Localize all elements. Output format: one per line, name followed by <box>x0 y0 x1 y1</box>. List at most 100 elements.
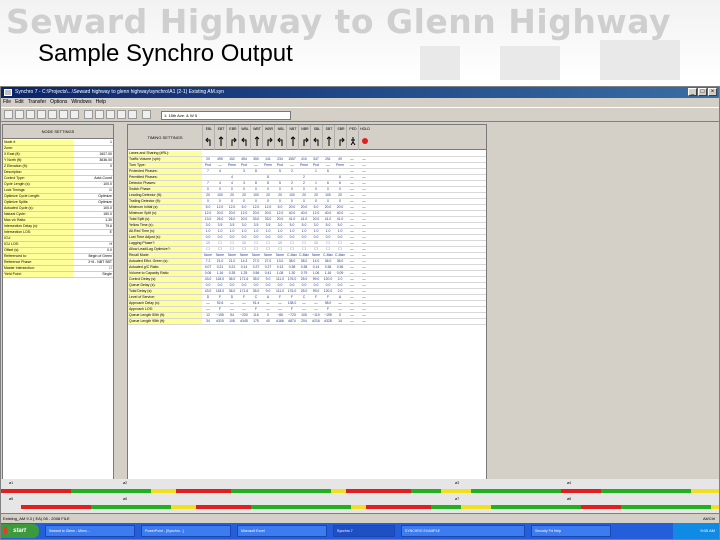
timing-cell[interactable]: — <box>346 253 358 258</box>
timing-cell[interactable]: 8 <box>250 181 262 186</box>
timing-cell[interactable]: 234 <box>274 157 286 162</box>
timing-cell[interactable] <box>214 175 226 180</box>
timing-cell[interactable]: 1.0 <box>202 229 214 234</box>
timing-cell[interactable]: 20 <box>274 193 286 198</box>
node-setting-value[interactable]: H <box>73 242 113 247</box>
timing-cell[interactable]: 0.56 <box>250 271 262 276</box>
timing-cell[interactable]: 33.0 <box>250 217 262 222</box>
timing-cell[interactable]: 20 <box>262 193 274 198</box>
timing-cell[interactable]: 3.0 <box>310 223 322 228</box>
timing-cell[interactable]: F <box>286 307 298 312</box>
timing-cell[interactable]: ☐ <box>226 241 238 246</box>
timing-cell[interactable]: — <box>202 301 214 306</box>
timing-cell[interactable]: — <box>346 277 358 282</box>
timing-cell[interactable]: 13.0 <box>274 259 286 264</box>
movement-column-sbl[interactable]: SBL <box>310 125 322 150</box>
timing-cell[interactable]: 12.0 <box>310 211 322 216</box>
menu-item-file[interactable]: File <box>1 98 13 107</box>
timing-cell[interactable]: 0 <box>310 187 322 192</box>
timing-cell[interactable]: 38.0 <box>298 259 310 264</box>
timing-cell[interactable]: Prot <box>274 163 286 168</box>
timing-cell[interactable] <box>274 175 286 180</box>
timing-cell[interactable]: 41.0 <box>298 217 310 222</box>
timing-cell[interactable]: 8 <box>262 181 274 186</box>
timing-cell[interactable]: 350 <box>250 157 262 162</box>
timing-cell[interactable]: 0.0 <box>214 283 226 288</box>
node-setting-value[interactable]: Single <box>73 272 113 277</box>
timing-cell[interactable]: 3.5 <box>250 223 262 228</box>
timing-cell[interactable]: 152 <box>226 157 238 162</box>
timing-cell[interactable]: ☑ <box>238 241 250 246</box>
timing-cell[interactable]: 0 <box>250 199 262 204</box>
timing-cell[interactable]: 36.0 <box>334 259 346 264</box>
timing-cell[interactable]: 54 <box>226 313 238 318</box>
timing-cell[interactable]: — <box>346 193 358 198</box>
timing-cell[interactable]: 2 <box>286 181 298 186</box>
timing-cell[interactable]: F <box>310 295 322 300</box>
timing-cell[interactable]: 1.25 <box>238 271 250 276</box>
timing-cell[interactable]: 5.0 <box>274 205 286 210</box>
timing-cell[interactable]: 36.0 <box>226 289 238 294</box>
timing-cell[interactable]: 12.0 <box>238 211 250 216</box>
timing-cell[interactable]: — <box>358 235 370 240</box>
timing-cell[interactable]: 36.0 <box>322 259 334 264</box>
timing-cell[interactable]: 204 <box>298 319 310 324</box>
taskbar-button[interactable]: Microsoft Excel <box>237 525 327 537</box>
timing-cell[interactable]: 12.0 <box>214 205 226 210</box>
timing-cell[interactable]: 0 <box>334 313 346 318</box>
timing-cell[interactable]: 1557 <box>286 157 298 162</box>
timing-cell[interactable]: — <box>346 313 358 318</box>
minimize-icon[interactable]: _ <box>688 88 697 96</box>
timing-cell[interactable]: — <box>334 307 346 312</box>
timing-cell[interactable]: — <box>274 301 286 306</box>
timing-cell[interactable]: 20.0 <box>310 217 322 222</box>
timing-cell[interactable]: 1.16 <box>214 271 226 276</box>
timing-cell[interactable]: — <box>358 313 370 318</box>
timing-cell[interactable]: 0.27 <box>250 265 262 270</box>
timing-cell[interactable]: None <box>226 253 238 258</box>
timing-cell[interactable]: — <box>346 319 358 324</box>
timing-cell[interactable]: None <box>250 253 262 258</box>
timing-cell[interactable]: 1 <box>310 181 322 186</box>
node-setting-value[interactable]: Begin of Green <box>73 254 113 259</box>
timing-cell[interactable] <box>322 151 334 156</box>
timing-cell[interactable]: — <box>346 247 358 252</box>
timing-cell[interactable]: 20.0 <box>322 205 334 210</box>
timing-cell[interactable]: 25.0 <box>298 277 310 282</box>
timing-cell[interactable]: 0.0 <box>262 283 274 288</box>
timing-cell[interactable]: — <box>214 163 226 168</box>
timing-cell[interactable]: 20 <box>202 193 214 198</box>
timing-cell[interactable]: 0.0 <box>310 283 322 288</box>
timing-cell[interactable]: 0.0 <box>334 283 346 288</box>
timing-cell[interactable] <box>202 175 214 180</box>
timing-cell[interactable]: 116 <box>250 313 262 318</box>
timing-cell[interactable]: — <box>358 193 370 198</box>
timing-cell[interactable]: 0 <box>274 199 286 204</box>
timing-cell[interactable]: 0.27 <box>262 265 274 270</box>
movement-column-sbr[interactable]: SBR <box>334 125 346 150</box>
timing-cell[interactable]: 3.0 <box>274 223 286 228</box>
node-setting-value[interactable]: 3636.00 <box>73 158 113 163</box>
window-titlebar[interactable]: Synchro 7 - C:\Projects\...\Seward highw… <box>1 87 719 98</box>
timing-cell[interactable]: 176.0 <box>286 289 298 294</box>
taskbar-button[interactable]: PowerPoint - [Synchro...] <box>141 525 231 537</box>
timing-cell[interactable]: — <box>346 169 358 174</box>
timing-cell[interactable]: 0.0 <box>250 235 262 240</box>
timing-cell[interactable]: 36.0 <box>226 277 238 282</box>
toolbar-tool-icon[interactable] <box>59 110 68 119</box>
node-setting-value[interactable]: Optimize <box>73 194 113 199</box>
timing-cell[interactable]: — <box>298 301 310 306</box>
timing-cell[interactable] <box>226 169 238 174</box>
timing-cell[interactable]: 1.0 <box>274 229 286 234</box>
timing-cell[interactable]: 0.0 <box>262 235 274 240</box>
timing-cell[interactable]: Prot <box>238 163 250 168</box>
timing-cell[interactable]: — <box>358 175 370 180</box>
timing-cell[interactable]: ~195 <box>214 313 226 318</box>
timing-cell[interactable]: 171.6 <box>238 277 250 282</box>
timing-cell[interactable]: — <box>322 163 334 168</box>
timing-cell[interactable]: — <box>358 217 370 222</box>
timing-cell[interactable]: F <box>286 295 298 300</box>
menu-item-help[interactable]: Help <box>94 98 108 107</box>
timing-cell[interactable]: 0.0 <box>226 235 238 240</box>
timing-cell[interactable]: 0.09 <box>334 271 346 276</box>
